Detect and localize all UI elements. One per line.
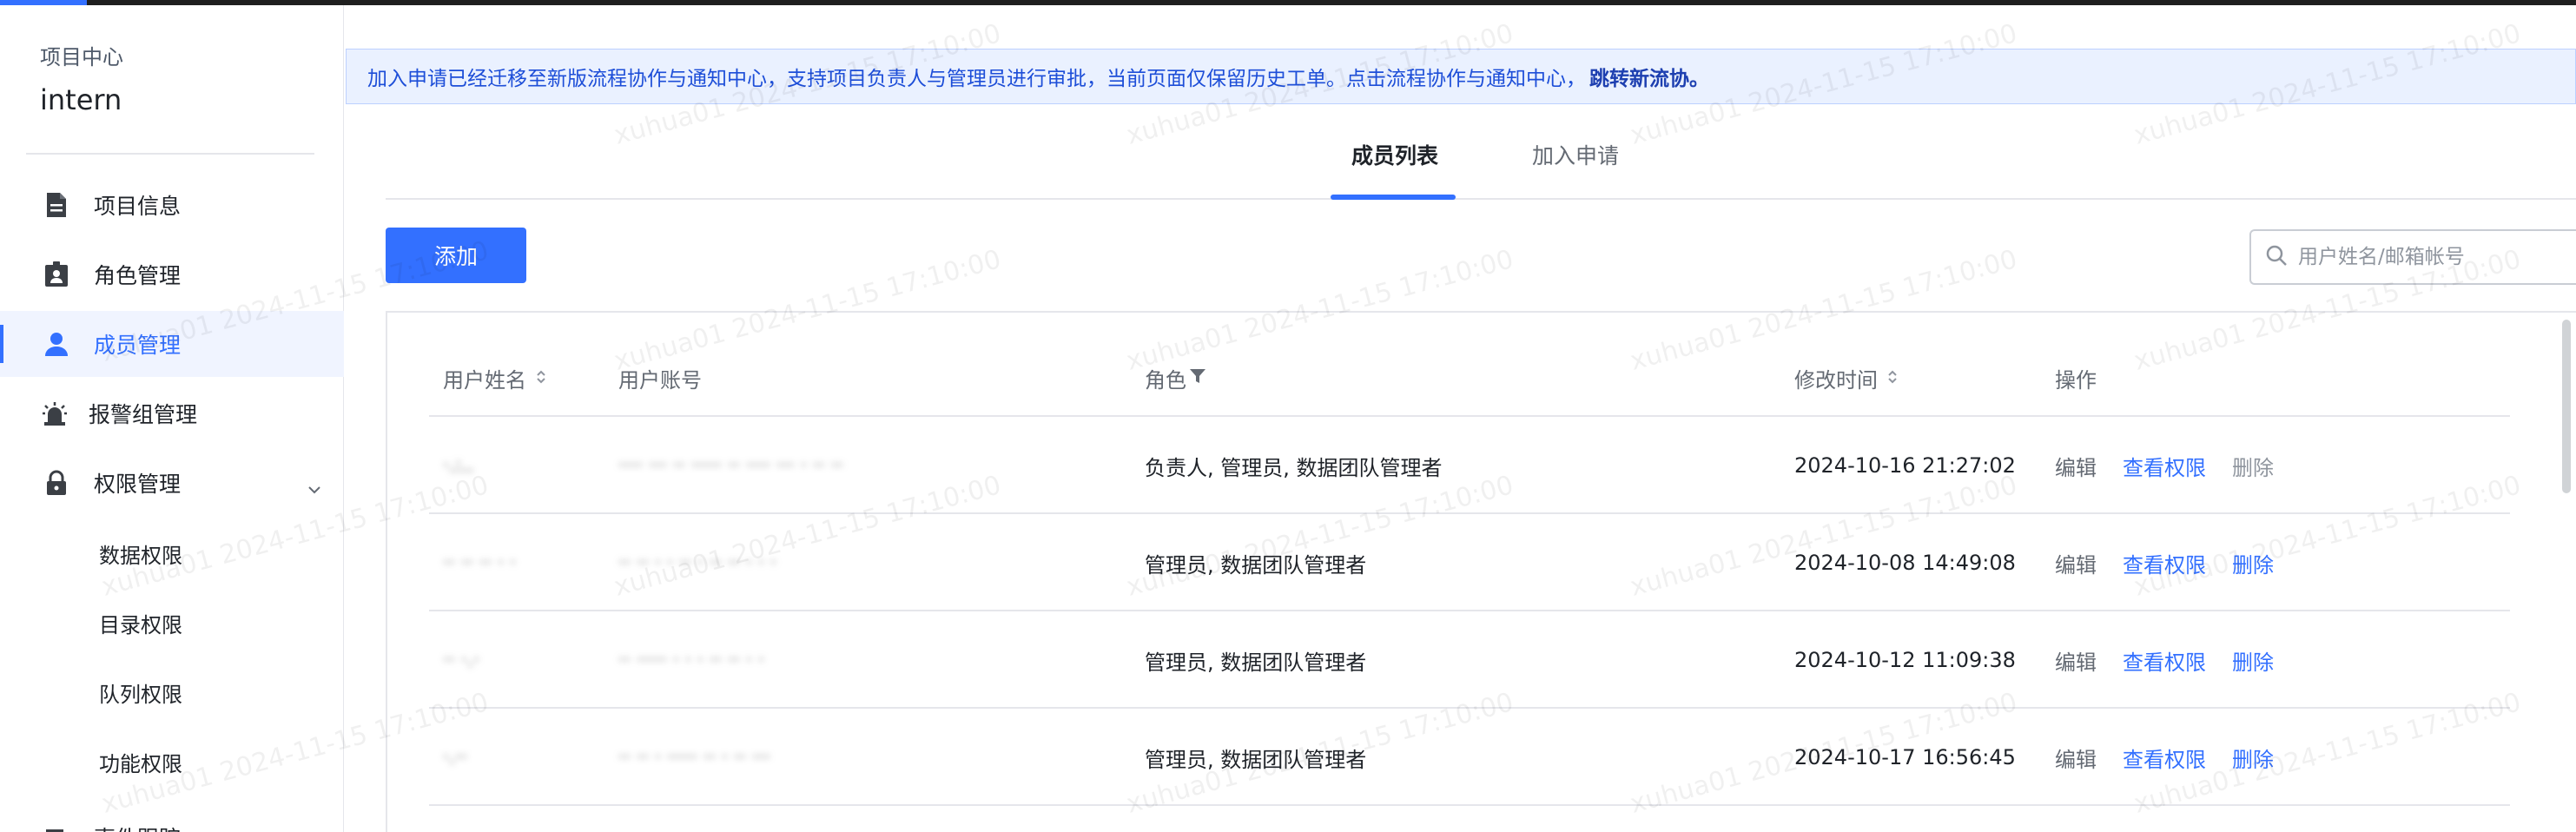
sidebar-item-label: 角色管理 — [94, 263, 182, 288]
sidebar-subitem-queue-permission[interactable]: 队列权限 — [99, 677, 182, 708]
user-name-cell: ·· ·.· — [443, 649, 479, 671]
tab-join-requests[interactable]: 加入申请 — [1532, 139, 1619, 170]
tab-active-indicator — [1331, 195, 1456, 200]
view-permission-button[interactable]: 查看权限 — [2123, 743, 2206, 773]
header-role[interactable]: 角色 — [1145, 363, 1207, 393]
sidebar-item-label: 报警组管理 — [89, 402, 198, 427]
alarm-icon — [42, 400, 68, 426]
sidebar-item-role-management[interactable]: 角色管理 — [0, 241, 344, 307]
sidebar-subitem-feature-permission[interactable]: 功能权限 — [99, 747, 182, 777]
sidebar-item-event-tracking[interactable]: 事件跟踪 — [0, 804, 344, 832]
lock-icon — [43, 470, 69, 496]
actions-cell: 编辑 查看权限 删除 — [2055, 611, 2300, 709]
search-icon — [2265, 244, 2288, 270]
header-modified-time[interactable]: 修改时间 — [1794, 363, 1899, 393]
sidebar: 项目中心 intern 项目信息 角色管理 成员管理 报警组管理 权限管理 数据… — [0, 5, 344, 832]
user-name-cell: ·.:.. — [443, 454, 474, 477]
role-cell: 管理员, 数据团队管理者 — [1145, 747, 1367, 772]
modified-time-cell: 2024-10-16 21:27:02 — [1794, 453, 2016, 478]
delete-button: 删除 — [2232, 455, 2274, 480]
filter-icon[interactable] — [1188, 366, 1207, 391]
role-cell: 管理员, 数据团队管理者 — [1145, 552, 1367, 578]
tab-bar: 成员列表 加入申请 — [386, 104, 2576, 200]
actions-cell: 编辑 查看权限 删除 — [2055, 709, 2300, 806]
edit-button[interactable]: 编辑 — [2055, 743, 2097, 773]
sidebar-subitem-catalog-permission[interactable]: 目录权限 — [99, 608, 182, 638]
project-name[interactable]: intern — [40, 83, 122, 116]
delete-button[interactable]: 删除 — [2232, 645, 2274, 676]
user-name-cell: ·.·· — [443, 746, 467, 769]
modified-time-cell: 2024-10-08 14:49:08 — [1794, 551, 2016, 575]
sidebar-item-project-info[interactable]: 项目信息 — [0, 172, 344, 238]
edit-button[interactable]: 编辑 — [2055, 645, 2097, 676]
view-permission-button[interactable]: 查看权限 — [2123, 548, 2206, 578]
delete-button[interactable]: 删除 — [2232, 548, 2274, 578]
member-table: 用户姓名 用户账号 角色 修改时间 操作 ·.:.. ···· ··· ·· ·… — [386, 311, 2576, 832]
tab-member-list[interactable]: 成员列表 — [1351, 139, 1438, 170]
user-account-cell: ·· ····· · · · ·· ·· · · — [618, 649, 764, 671]
add-member-button[interactable]: 添加 — [386, 228, 526, 283]
sidebar-item-label: 事件跟踪 — [94, 822, 181, 832]
search-box[interactable] — [2249, 229, 2576, 285]
table-row — [429, 804, 2510, 832]
sidebar-item-label: 项目信息 — [94, 194, 182, 219]
header-user-account: 用户账号 — [618, 368, 702, 393]
user-account-cell: ·· ·· · ····· ·· · ·· ··· — [618, 746, 770, 769]
modified-time-cell: 2024-10-12 11:09:38 — [1794, 648, 2016, 672]
table-row: ·.:.. ···· ··· ·· ····· ·· ···· ··· · ··… — [429, 415, 2510, 512]
sidebar-item-label: 成员管理 — [94, 333, 182, 358]
chevron-down-icon[interactable] — [307, 474, 321, 499]
header-user-name[interactable]: 用户姓名 — [443, 363, 547, 393]
document-icon — [43, 192, 69, 218]
migration-notice: 加入申请已经迁移至新版流程协作与通知中心，支持项目负责人与管理员进行审批，当前页… — [346, 49, 2576, 104]
role-cell: 负责人, 管理员, 数据团队管理者 — [1145, 455, 1443, 480]
edit-button[interactable]: 编辑 — [2055, 548, 2097, 578]
actions-cell: 编辑 查看权限 删除 — [2055, 417, 2300, 514]
table-row: ·.·· ·· ·· · ····· ·· · ·· ··· 管理员, 数据团队… — [429, 707, 2510, 804]
sort-icon[interactable] — [1886, 366, 1899, 391]
view-permission-button[interactable]: 查看权限 — [2123, 645, 2206, 676]
table-scrollbar[interactable] — [2562, 320, 2571, 493]
user-account-cell: ·· ·· · · ·· · ·· ·· · · · — [618, 551, 776, 574]
sidebar-subitem-data-permission[interactable]: 数据权限 — [99, 538, 182, 569]
actions-cell: 编辑 查看权限 删除 — [2055, 514, 2300, 611]
delete-button[interactable]: 删除 — [2232, 743, 2274, 773]
sort-icon[interactable] — [535, 366, 547, 391]
table-row: ·· ·· ·· · · ·· ·· · · ·· · ·· ·· · · · … — [429, 512, 2510, 610]
notice-link[interactable]: 跳转新流协。 — [1589, 62, 1709, 91]
sidebar-item-alarm-group[interactable]: 报警组管理 — [0, 380, 344, 446]
role-cell: 管理员, 数据团队管理者 — [1145, 650, 1367, 675]
modified-time-cell: 2024-10-17 16:56:45 — [1794, 745, 2016, 769]
header-actions: 操作 — [2055, 368, 2097, 393]
edit-button[interactable]: 编辑 — [2055, 451, 2097, 481]
user-account-cell: ···· ··· ·· ····· ·· ···· ··· · ·· ·· — [618, 454, 843, 477]
sidebar-item-permission-management[interactable]: 权限管理 — [0, 450, 344, 516]
project-center-label: 项目中心 — [40, 45, 123, 69]
top-bar — [0, 0, 2576, 5]
search-input[interactable] — [2298, 246, 2576, 268]
user-icon — [43, 331, 69, 357]
id-badge-icon — [43, 261, 69, 287]
sidebar-item-label: 权限管理 — [94, 472, 182, 497]
view-permission-button[interactable]: 查看权限 — [2123, 451, 2206, 481]
user-name-cell: ·· ·· ·· · · — [443, 551, 516, 574]
event-icon — [43, 824, 69, 832]
sidebar-divider — [26, 153, 314, 155]
notice-text: 加入申请已经迁移至新版流程协作与通知中心，支持项目负责人与管理员进行审批，当前页… — [367, 68, 1586, 90]
sidebar-item-member-management[interactable]: 成员管理 — [0, 311, 344, 377]
table-row: ·· ·.· ·· ····· · · · ·· ·· · · 管理员, 数据团… — [429, 610, 2510, 707]
